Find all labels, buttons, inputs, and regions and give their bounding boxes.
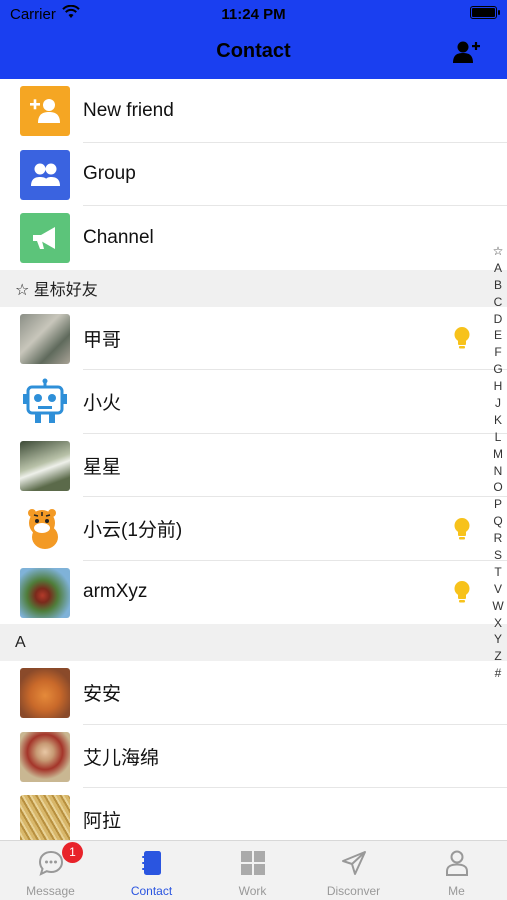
status-bar: Carrier 11:24 PM [0, 0, 507, 28]
contact-screen: Carrier 11:24 PM Contact New friend Grou… [0, 0, 507, 900]
contact-name: 阿拉 [83, 811, 122, 833]
index-letter[interactable]: C [489, 294, 507, 311]
robot-avatar [20, 377, 70, 427]
clock: 11:24 PM [221, 6, 286, 23]
index-letter[interactable]: N [489, 463, 507, 480]
index-letter[interactable]: L [489, 429, 507, 446]
tab-label: Contact [130, 884, 173, 898]
index-letter[interactable]: T [489, 564, 507, 581]
send-icon [341, 851, 366, 875]
index-letter[interactable]: Q [489, 513, 507, 530]
contact-name: 星星 [83, 456, 122, 478]
bulb-icon [454, 581, 470, 603]
contact-name: 艾儿海绵 [83, 747, 160, 769]
add-contact-icon[interactable] [452, 40, 480, 64]
contact-row[interactable]: armXyz [0, 561, 507, 625]
index-letter[interactable]: K [489, 412, 507, 429]
tab-discover[interactable]: Disconver [303, 841, 404, 900]
contact-name: 甲哥 [83, 329, 122, 351]
page-title: Contact [216, 40, 291, 62]
section-header-starred: ☆ 星标好友 [0, 269, 507, 307]
tab-contact[interactable]: Contact [101, 841, 202, 900]
index-letter[interactable]: W [489, 598, 507, 615]
index-letter[interactable]: F [489, 344, 507, 361]
contact-row[interactable]: 甲哥 [0, 307, 507, 370]
contact-row[interactable]: 安安 [0, 661, 507, 725]
person-icon [445, 850, 468, 876]
index-letter[interactable]: B [489, 277, 507, 294]
index-letter[interactable]: S [489, 547, 507, 564]
portrait-avatar [20, 731, 70, 782]
add-user-icon [20, 86, 70, 136]
index-letter[interactable]: Y [489, 631, 507, 648]
photo-avatar [20, 567, 70, 618]
tab-message[interactable]: 1 Message [0, 841, 101, 900]
index-letter[interactable]: A [489, 260, 507, 277]
contact-name: armXyz [83, 581, 148, 603]
contact-list: New friend Group Channel ☆ 星标好友 甲哥 小火 星星… [0, 79, 507, 852]
contact-row[interactable]: 小火 [0, 370, 507, 434]
cat-avatar [20, 668, 70, 718]
tiger-avatar [20, 504, 70, 554]
group-label: Group [83, 163, 136, 185]
index-letter[interactable]: M [489, 446, 507, 463]
index-letter[interactable]: G [489, 361, 507, 378]
contact-row[interactable]: 星星 [0, 434, 507, 497]
group-icon [20, 149, 70, 200]
tab-me[interactable]: Me [406, 841, 507, 900]
tab-label: Me [448, 884, 465, 898]
index-letter[interactable]: H [489, 378, 507, 395]
group-row[interactable]: Group [0, 143, 507, 206]
index-letter[interactable]: X [489, 615, 507, 632]
new-friend-row[interactable]: New friend [0, 79, 507, 143]
index-letter[interactable]: O [489, 479, 507, 496]
tab-label: Work [238, 884, 267, 898]
battery-icon [470, 6, 500, 19]
contact-name: 安安 [83, 684, 122, 706]
chat-icon [38, 850, 63, 876]
index-letter[interactable]: P [489, 496, 507, 513]
channel-label: Channel [83, 226, 154, 248]
noodles-avatar [20, 795, 70, 845]
tab-bar: 1 Message Contact Work Disconver Me [0, 840, 507, 900]
megaphone-icon [20, 213, 70, 263]
channel-row[interactable]: Channel [0, 206, 507, 270]
index-letter[interactable]: # [489, 665, 507, 682]
index-letter[interactable]: ☆ [489, 243, 507, 260]
header: Carrier 11:24 PM Contact [0, 0, 507, 79]
tab-label: Disconver [326, 884, 381, 898]
contact-row[interactable]: 艾儿海绵 [0, 725, 507, 788]
bulb-icon [454, 327, 470, 349]
grid-icon [240, 851, 265, 875]
contact-name: 小云(1分前) [83, 520, 183, 542]
index-letter[interactable]: D [489, 311, 507, 328]
new-friend-label: New friend [83, 99, 174, 121]
contact-book-icon [141, 851, 161, 875]
photo-avatar [20, 440, 70, 491]
tab-label: Message [26, 884, 75, 898]
unread-badge: 1 [62, 842, 83, 863]
index-letter[interactable]: E [489, 327, 507, 344]
bulb-icon [454, 517, 470, 540]
photo-avatar [20, 313, 70, 364]
contact-row[interactable]: 小云(1分前) [0, 497, 507, 561]
index-letter[interactable]: V [489, 581, 507, 598]
index-letter[interactable]: R [489, 530, 507, 547]
tab-work[interactable]: Work [202, 841, 303, 900]
index-letter[interactable]: Z [489, 648, 507, 665]
index-letter[interactable]: J [489, 395, 507, 412]
section-header-a: A [0, 624, 507, 661]
alphabet-index[interactable]: ☆ A B C D E F G H J K L M N O P Q R S T V W X Y Z # [489, 243, 507, 682]
contact-name: 小火 [83, 393, 122, 415]
